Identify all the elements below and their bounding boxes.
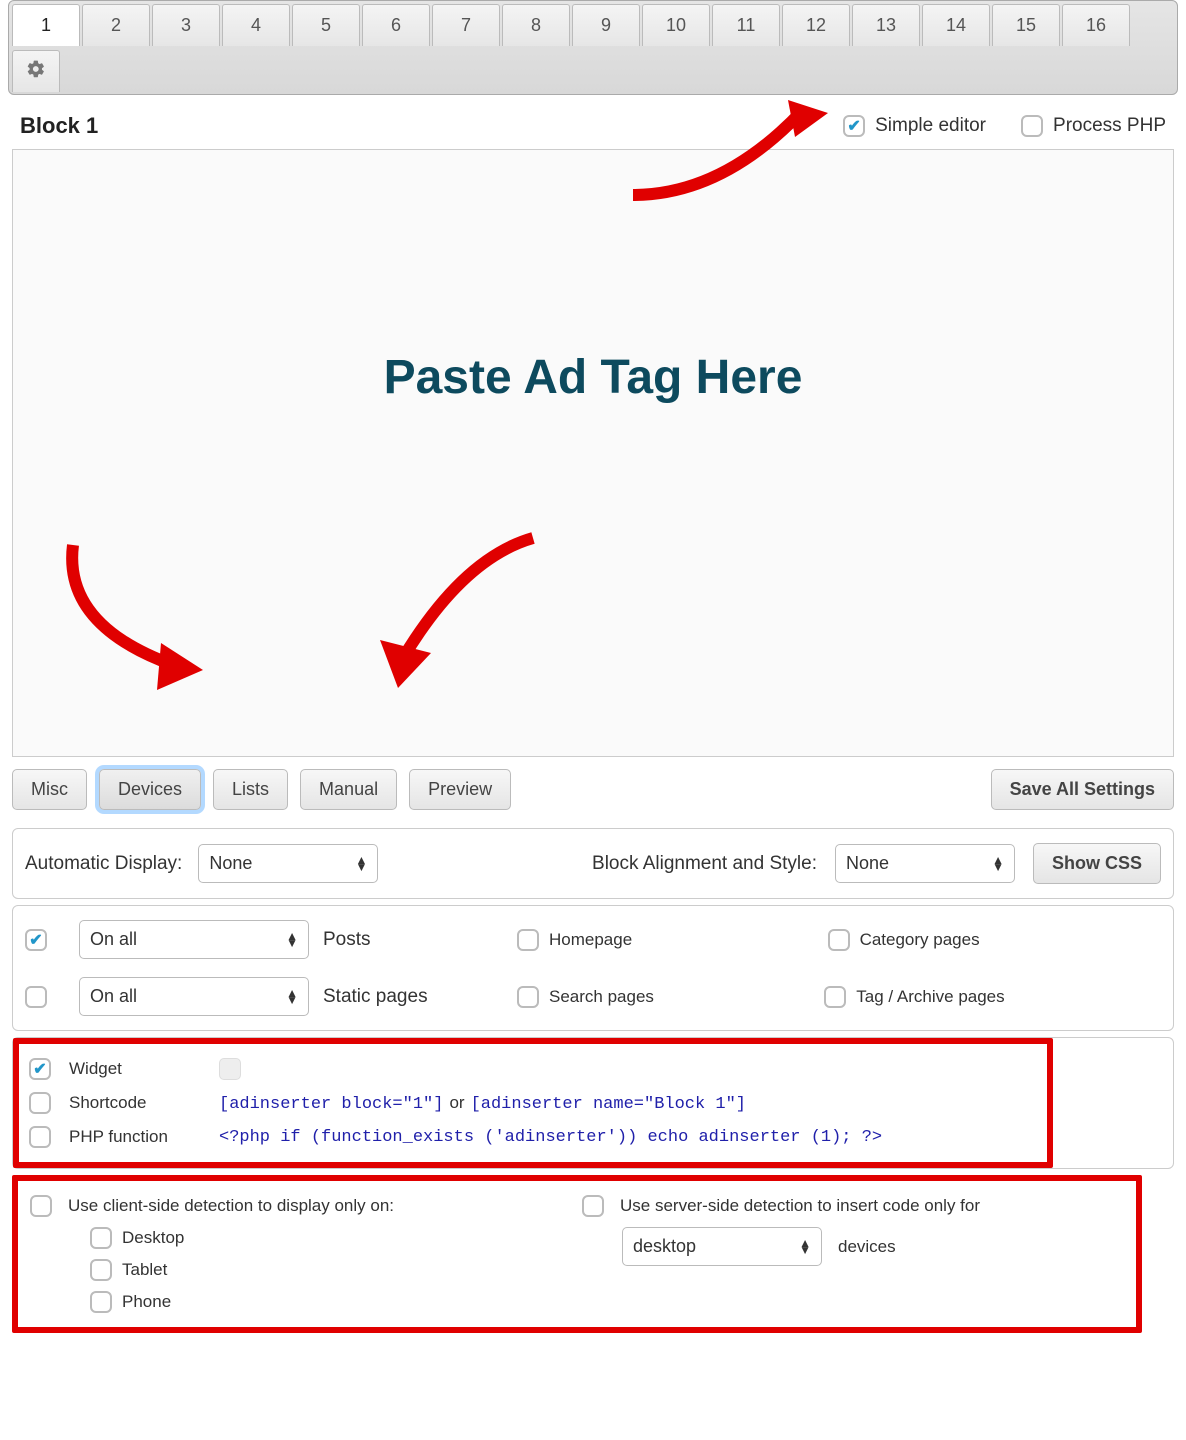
preview-button[interactable]: Preview <box>409 769 511 810</box>
static-filter-value: On all <box>90 986 137 1007</box>
tab-15[interactable]: 15 <box>992 4 1060 46</box>
block-header: Block 1 Simple editor Process PHP <box>0 95 1186 149</box>
tab-settings[interactable] <box>12 50 60 92</box>
select-arrows-icon: ▲▼ <box>355 857 367 871</box>
process-php-checkbox[interactable] <box>1021 115 1043 137</box>
block-alignment-value: None <box>846 853 889 874</box>
block-alignment-label: Block Alignment and Style: <box>592 853 817 875</box>
phone-checkbox[interactable] <box>90 1291 112 1313</box>
tab-7[interactable]: 7 <box>432 4 500 46</box>
simple-editor-label: Simple editor <box>875 115 986 137</box>
select-arrows-icon: ▲▼ <box>286 990 298 1004</box>
server-detection-checkbox[interactable] <box>582 1195 604 1217</box>
php-function-code: <?php if (function_exists ('adinserter')… <box>219 1128 1037 1147</box>
tag-archive-checkbox[interactable] <box>824 986 846 1008</box>
category-pages-label: Category pages <box>860 930 980 950</box>
tab-16[interactable]: 16 <box>1062 4 1130 46</box>
client-detection-checkbox[interactable] <box>30 1195 52 1217</box>
widget-label: Widget <box>69 1059 209 1079</box>
tablet-checkbox[interactable] <box>90 1259 112 1281</box>
arrow-annotation-icon <box>623 95 843 205</box>
select-arrows-icon: ▲▼ <box>286 933 298 947</box>
static-filter-select[interactable]: On all ▲▼ <box>79 977 309 1016</box>
server-device-value: desktop <box>633 1236 696 1257</box>
tab-6[interactable]: 6 <box>362 4 430 46</box>
tab-11[interactable]: 11 <box>712 4 780 46</box>
tab-14[interactable]: 14 <box>922 4 990 46</box>
php-function-label: PHP function <box>69 1127 209 1147</box>
tab-12[interactable]: 12 <box>782 4 850 46</box>
tab-13[interactable]: 13 <box>852 4 920 46</box>
tab-9[interactable]: 9 <box>572 4 640 46</box>
save-all-settings-button[interactable]: Save All Settings <box>991 769 1174 810</box>
php-function-checkbox[interactable] <box>29 1126 51 1148</box>
manual-button[interactable]: Manual <box>300 769 397 810</box>
static-pages-label: Static pages <box>323 986 503 1008</box>
desktop-checkbox[interactable] <box>90 1227 112 1249</box>
search-pages-label: Search pages <box>549 987 654 1007</box>
page-types-panel: On all ▲▼ Posts Homepage Category pages … <box>12 905 1174 1031</box>
tag-archive-label: Tag / Archive pages <box>856 987 1004 1007</box>
shortcode-checkbox[interactable] <box>29 1092 51 1114</box>
static-pages-checkbox[interactable] <box>25 986 47 1008</box>
tab-4[interactable]: 4 <box>222 4 290 46</box>
tab-8[interactable]: 8 <box>502 4 570 46</box>
devices-button[interactable]: Devices <box>99 769 201 810</box>
homepage-label: Homepage <box>549 930 632 950</box>
block-title: Block 1 <box>20 113 98 139</box>
desktop-label: Desktop <box>122 1228 184 1248</box>
widget-disabled-box <box>219 1058 241 1080</box>
search-pages-checkbox[interactable] <box>517 986 539 1008</box>
phone-label: Phone <box>122 1292 171 1312</box>
tab-3[interactable]: 3 <box>152 4 220 46</box>
lists-button[interactable]: Lists <box>213 769 288 810</box>
automatic-display-select[interactable]: None ▲▼ <box>198 844 378 883</box>
automatic-display-value: None <box>209 853 252 874</box>
posts-label: Posts <box>323 929 503 951</box>
tab-10[interactable]: 10 <box>642 4 710 46</box>
action-buttons-row: Misc Devices Lists Manual Preview Save A… <box>0 757 1186 822</box>
misc-button[interactable]: Misc <box>12 769 87 810</box>
block-tabs: 1 2 3 4 5 6 7 8 9 10 11 12 13 14 15 16 <box>8 0 1178 95</box>
gear-icon <box>26 59 46 79</box>
block-alignment-select[interactable]: None ▲▼ <box>835 844 1015 883</box>
tab-2[interactable]: 2 <box>82 4 150 46</box>
posts-checkbox[interactable] <box>25 929 47 951</box>
devices-suffix-label: devices <box>838 1237 896 1257</box>
client-detection-label: Use client-side detection to display onl… <box>68 1196 394 1216</box>
select-arrows-icon: ▲▼ <box>992 857 1004 871</box>
shortcode-label: Shortcode <box>69 1093 209 1113</box>
process-php-label: Process PHP <box>1053 115 1166 137</box>
widget-checkbox[interactable] <box>29 1058 51 1080</box>
code-editor[interactable]: Paste Ad Tag Here <box>12 149 1174 757</box>
automatic-display-label: Automatic Display: <box>25 853 182 875</box>
posts-filter-select[interactable]: On all ▲▼ <box>79 920 309 959</box>
tab-1[interactable]: 1 <box>12 4 80 46</box>
arrow-annotation-icon <box>373 528 553 698</box>
show-css-button[interactable]: Show CSS <box>1033 843 1161 884</box>
homepage-checkbox[interactable] <box>517 929 539 951</box>
server-device-select[interactable]: desktop ▲▼ <box>622 1227 822 1266</box>
insertion-panel: Widget Shortcode [adinserter block="1"]o… <box>12 1037 1174 1169</box>
arrow-annotation-icon <box>53 535 223 695</box>
shortcode-code: [adinserter block="1"]or[adinserter name… <box>219 1093 1037 1114</box>
tab-5[interactable]: 5 <box>292 4 360 46</box>
simple-editor-checkbox[interactable] <box>843 115 865 137</box>
tablet-label: Tablet <box>122 1260 167 1280</box>
display-alignment-panel: Automatic Display: None ▲▼ Block Alignme… <box>12 828 1174 899</box>
category-pages-checkbox[interactable] <box>828 929 850 951</box>
server-detection-label: Use server-side detection to insert code… <box>620 1196 980 1216</box>
posts-filter-value: On all <box>90 929 137 950</box>
select-arrows-icon: ▲▼ <box>799 1240 811 1254</box>
editor-placeholder-text: Paste Ad Tag Here <box>13 350 1173 405</box>
